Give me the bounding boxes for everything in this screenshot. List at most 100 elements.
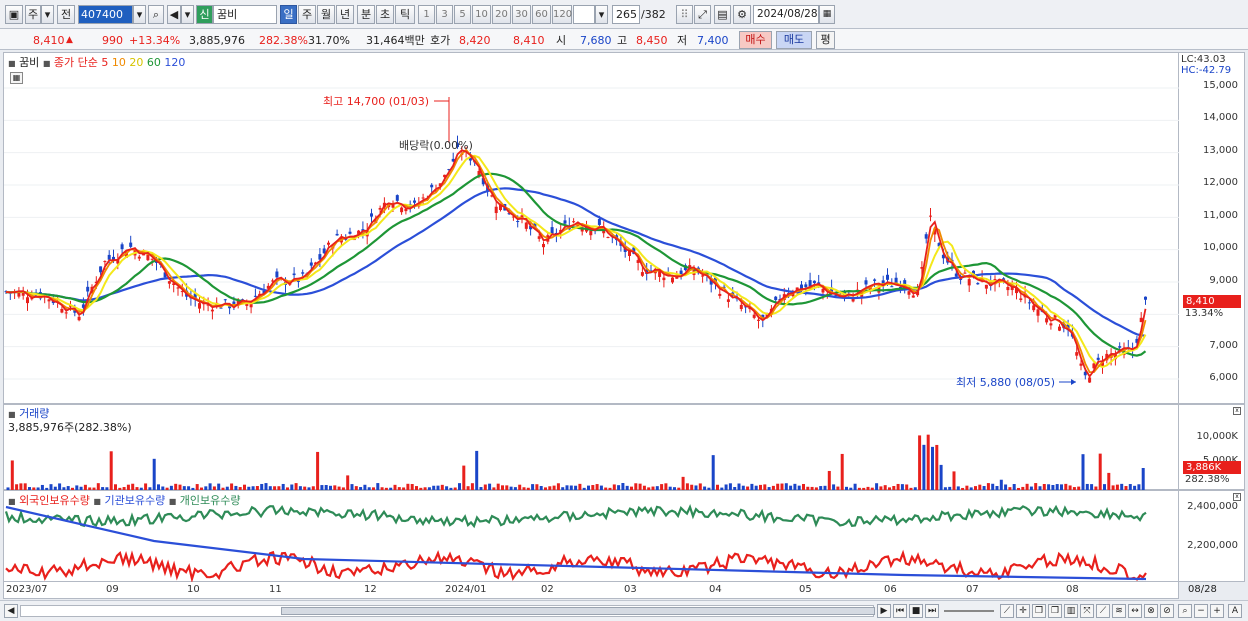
- zoom-search-icon[interactable]: ⌕: [1178, 604, 1192, 618]
- rewind-icon[interactable]: ⏮: [893, 604, 907, 618]
- zoom-out-icon[interactable]: −: [1194, 604, 1208, 618]
- expand-icon[interactable]: ⤢: [694, 5, 711, 24]
- stop-icon[interactable]: ■: [909, 604, 923, 618]
- candle-body: [967, 279, 971, 286]
- period-week2-button[interactable]: 주: [298, 5, 316, 24]
- font-size-icon[interactable]: A: [1228, 604, 1242, 618]
- interval-30-button[interactable]: 30: [512, 5, 531, 24]
- stock-name-field[interactable]: 꿈비: [213, 5, 277, 24]
- candle-body: [26, 297, 29, 304]
- interval-3-button[interactable]: 3: [436, 5, 453, 24]
- code-dropdown-icon[interactable]: ▾: [133, 5, 146, 24]
- volume-bar: [19, 483, 23, 490]
- link-icon[interactable]: ⊗: [1144, 604, 1158, 618]
- fibo-icon[interactable]: ≋: [1112, 604, 1126, 618]
- interval-1-button[interactable]: 1: [418, 5, 435, 24]
- prev-button[interactable]: 전: [57, 5, 75, 24]
- candle-body: [701, 275, 705, 277]
- panel-close-icon[interactable]: x: [1233, 407, 1241, 415]
- zoom-in-icon[interactable]: +: [1210, 604, 1224, 618]
- calendar-icon[interactable]: ▦: [819, 5, 835, 24]
- zoom-slider[interactable]: [944, 610, 994, 612]
- calculator-icon[interactable]: ▦: [10, 72, 23, 84]
- interval-custom-field[interactable]: [573, 5, 595, 24]
- copy-icon[interactable]: ❐: [1032, 604, 1046, 618]
- save-icon[interactable]: ▤: [714, 5, 731, 24]
- candle-body: [911, 295, 915, 298]
- scroll-left-icon[interactable]: ◀: [4, 604, 18, 618]
- grid-icon[interactable]: ⠿: [676, 5, 693, 24]
- candle-body: [757, 319, 760, 321]
- chain-icon[interactable]: ⊘: [1160, 604, 1174, 618]
- panel-dot-icon: ■: [168, 497, 177, 506]
- ma20-label: 20: [129, 56, 144, 69]
- interval-60-button[interactable]: 60: [532, 5, 551, 24]
- chart-menu-icon[interactable]: ▣: [5, 5, 23, 24]
- period-dropdown-icon[interactable]: ▾: [41, 5, 54, 24]
- period-year-button[interactable]: 년: [336, 5, 354, 24]
- holding-panel[interactable]: ■ 외국인보유수량 ■ 기관보유수량 ■ 개인보유수량: [3, 490, 1179, 583]
- panel-dot-icon: ■: [8, 497, 16, 506]
- draw-line-icon[interactable]: ⟋: [1000, 604, 1014, 618]
- interval-5-button[interactable]: 5: [454, 5, 471, 24]
- candle-body: [275, 271, 279, 278]
- candle-body: [292, 273, 296, 276]
- period-second-button[interactable]: 초: [376, 5, 394, 24]
- interval-20-button[interactable]: 20: [492, 5, 511, 24]
- price-chart-svg[interactable]: [4, 53, 1180, 405]
- measure-icon[interactable]: ↔: [1128, 604, 1142, 618]
- volume-bar: [23, 483, 27, 490]
- volume-bar: [58, 483, 62, 490]
- search-icon[interactable]: ⌕: [148, 5, 164, 24]
- interval-dropdown-icon[interactable]: ▾: [595, 5, 608, 24]
- open-price: 7,680: [580, 34, 612, 47]
- buy-button[interactable]: 매수: [739, 31, 772, 49]
- period-week-button[interactable]: 주: [25, 5, 41, 24]
- candle-body: [1058, 326, 1061, 331]
- speaker-icon[interactable]: ◀: [167, 5, 181, 24]
- candle-body: [348, 231, 352, 234]
- candle-body: [929, 215, 932, 217]
- date-field[interactable]: 2024/08/28: [753, 5, 819, 24]
- candle-body: [821, 288, 825, 293]
- panel-close-icon[interactable]: x: [1233, 493, 1241, 501]
- volume-bar: [685, 483, 689, 490]
- period-tick-button[interactable]: 틱: [395, 5, 415, 24]
- scroll-right-icon[interactable]: ▶: [877, 604, 891, 618]
- speaker-dropdown-icon[interactable]: ▾: [181, 5, 194, 24]
- high-annotation: 최고 14,700 (01/03): [323, 95, 430, 108]
- copy2-icon[interactable]: ❐: [1048, 604, 1062, 618]
- stock-code-input[interactable]: 407400: [78, 5, 133, 24]
- candle-body: [516, 220, 520, 222]
- cross-icon[interactable]: ✛: [1016, 604, 1030, 618]
- candle-body: [1032, 305, 1036, 311]
- current-price-tag: 8,410: [1183, 295, 1241, 308]
- period-month-button[interactable]: 월: [317, 5, 335, 24]
- trend-icon[interactable]: ⟋: [1096, 604, 1110, 618]
- scroll-thumb[interactable]: [281, 607, 875, 615]
- chart-type-icon[interactable]: ⤧: [1080, 604, 1094, 618]
- candle-body: [430, 184, 434, 188]
- candle-body: [671, 277, 674, 283]
- volume-bar: [711, 455, 715, 490]
- forward-icon[interactable]: ⏭: [925, 604, 939, 618]
- hc-label: HC:-42.79: [1181, 65, 1232, 76]
- period-day-button[interactable]: 일: [280, 5, 297, 24]
- volume-value: 3,885,976: [189, 34, 245, 47]
- candle-body: [739, 304, 743, 310]
- period-minute-button[interactable]: 분: [357, 5, 375, 24]
- display-count-field[interactable]: 265: [612, 5, 640, 24]
- layout-icon[interactable]: ▥: [1064, 604, 1078, 618]
- candle-body: [890, 286, 894, 288]
- price-chart-panel[interactable]: ■ 꿈비 ■ 종가 단순 5 10 20 60 120 ▦ 최고 14,700 …: [3, 52, 1180, 405]
- sell-button[interactable]: 매도: [776, 31, 812, 49]
- candle-body: [370, 213, 373, 217]
- settings-gear-icon[interactable]: ⚙: [733, 5, 751, 24]
- volume-panel[interactable]: ■ 거래량 3,885,976주(282.38%): [3, 404, 1179, 490]
- interval-10-button[interactable]: 10: [472, 5, 491, 24]
- candle-body: [1027, 302, 1031, 304]
- interval-120-button[interactable]: 120: [552, 5, 572, 24]
- volume-chart-svg[interactable]: [4, 405, 1180, 491]
- scroll-track[interactable]: [20, 605, 875, 617]
- eval-button[interactable]: 평: [816, 31, 835, 49]
